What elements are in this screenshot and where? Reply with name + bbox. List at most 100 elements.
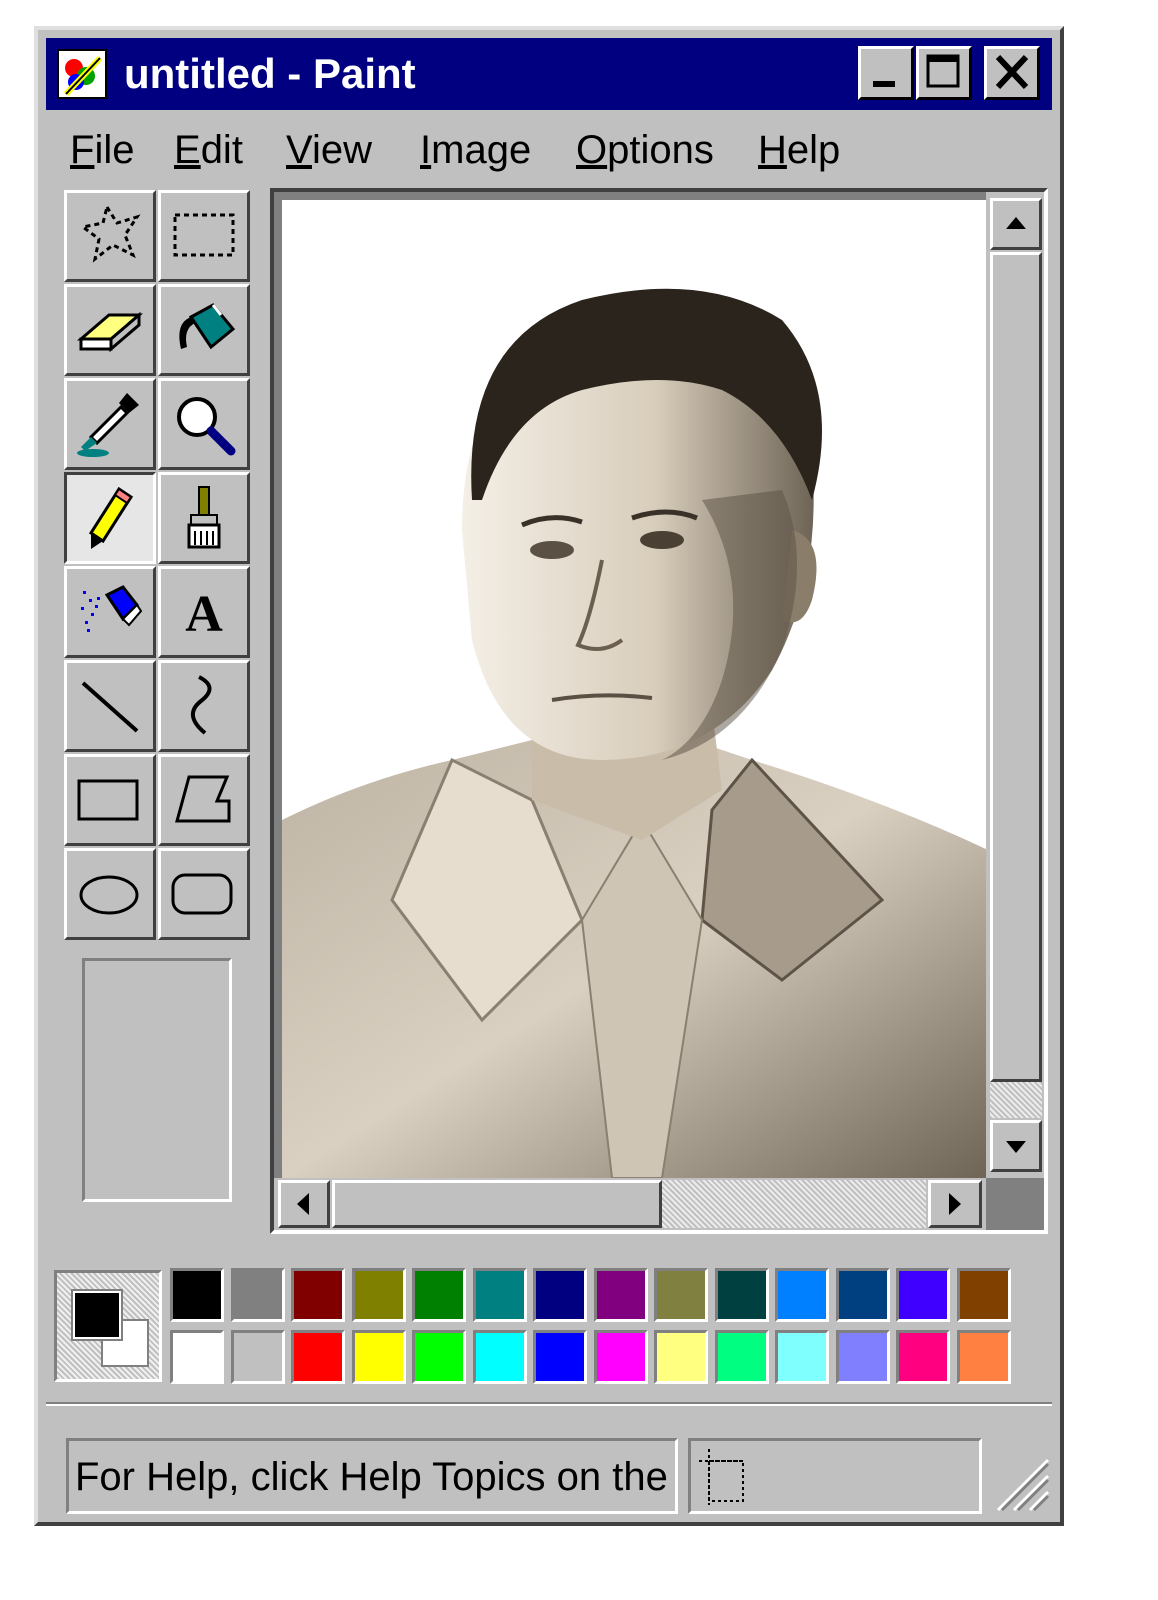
- current-colors-indicator[interactable]: [54, 1270, 162, 1382]
- palette-swatch[interactable]: [230, 1330, 285, 1384]
- tool-text[interactable]: A: [158, 566, 250, 658]
- palette-swatch[interactable]: [351, 1268, 406, 1322]
- tool-rounded-rectangle[interactable]: [158, 848, 250, 940]
- free-form-select-icon: [79, 203, 141, 263]
- palette-swatch[interactable]: [956, 1268, 1011, 1322]
- tool-rectangle-select[interactable]: [158, 190, 250, 282]
- toolbox: A: [64, 190, 250, 940]
- tool-airbrush[interactable]: [64, 566, 156, 658]
- menu-options[interactable]: Options: [576, 120, 714, 180]
- title-bar[interactable]: untitled - Paint: [46, 38, 1052, 110]
- paint-bucket-icon: [179, 303, 236, 350]
- close-icon: [995, 54, 1029, 90]
- arrow-down-icon: [1006, 1141, 1026, 1153]
- palette-swatch[interactable]: [412, 1268, 466, 1322]
- palette-swatch[interactable]: [654, 1330, 708, 1384]
- paint-window: untitled - Paint File Edit View Image Op…: [34, 26, 1064, 1526]
- tool-free-form-select[interactable]: [64, 190, 156, 282]
- eraser-icon: [76, 311, 144, 353]
- palette-swatch[interactable]: [775, 1330, 829, 1384]
- statusbar-divider: [46, 1402, 1052, 1406]
- tool-curve[interactable]: [158, 660, 250, 752]
- resize-grip-icon[interactable]: [988, 1450, 1052, 1514]
- arrow-up-icon: [1006, 217, 1026, 229]
- vertical-scroll-thumb[interactable]: [990, 252, 1042, 1082]
- palette-swatch[interactable]: [170, 1330, 224, 1384]
- arrow-left-icon: [297, 1193, 309, 1215]
- status-size-panel: [688, 1438, 982, 1514]
- polygon-icon: [175, 775, 231, 823]
- palette-swatch[interactable]: [170, 1268, 224, 1322]
- scroll-up-button[interactable]: [990, 198, 1042, 250]
- palette-swatch[interactable]: [291, 1268, 345, 1322]
- tool-brush[interactable]: [158, 472, 250, 564]
- pencil-icon: [88, 486, 134, 549]
- line-icon: [81, 681, 139, 733]
- tool-polygon[interactable]: [158, 754, 250, 846]
- palette-swatch[interactable]: [291, 1330, 345, 1384]
- tool-pick-color[interactable]: [64, 378, 156, 470]
- portrait-photo: [282, 288, 988, 1179]
- tool-eraser[interactable]: [64, 284, 156, 376]
- minimize-button[interactable]: [858, 46, 914, 100]
- scroll-left-button[interactable]: [278, 1180, 330, 1228]
- text-icon: A: [185, 586, 223, 643]
- selection-size-icon: [699, 1449, 744, 1505]
- magnifier-icon: [177, 397, 236, 456]
- menu-edit[interactable]: Edit: [174, 120, 243, 180]
- horizontal-scroll-track[interactable]: [662, 1180, 926, 1228]
- airbrush-icon: [81, 585, 143, 632]
- palette-swatch[interactable]: [593, 1330, 648, 1384]
- status-help-panel: For Help, click Help Topics on the: [66, 1438, 678, 1514]
- canvas-area: [270, 188, 1048, 1234]
- eyedropper-icon: [77, 393, 139, 457]
- menu-bar: File Edit View Image Options Help: [46, 114, 1052, 186]
- tool-pencil[interactable]: [64, 472, 156, 564]
- palette-swatch[interactable]: [956, 1330, 1011, 1384]
- palette-swatch[interactable]: [593, 1268, 648, 1322]
- maximize-icon: [926, 54, 960, 88]
- vertical-scroll-track[interactable]: [990, 1082, 1042, 1118]
- curve-icon: [191, 675, 212, 735]
- tool-ellipse[interactable]: [64, 848, 156, 940]
- menu-image[interactable]: Image: [420, 120, 531, 180]
- palette-swatch[interactable]: [714, 1268, 769, 1322]
- color-box: [46, 1258, 1052, 1388]
- tool-fill-with-color[interactable]: [158, 284, 250, 376]
- foreground-color-swatch: [71, 1289, 123, 1341]
- palette-swatch[interactable]: [412, 1330, 466, 1384]
- palette-swatch[interactable]: [654, 1268, 708, 1322]
- tool-line[interactable]: [64, 660, 156, 752]
- palette-swatch[interactable]: [230, 1268, 285, 1322]
- palette-swatch[interactable]: [835, 1330, 890, 1384]
- scroll-right-button[interactable]: [928, 1180, 982, 1228]
- palette-swatch[interactable]: [714, 1330, 769, 1384]
- palette-swatch[interactable]: [351, 1330, 406, 1384]
- menu-file[interactable]: File: [70, 120, 134, 180]
- rectangle-icon: [77, 779, 139, 821]
- palette-swatch[interactable]: [896, 1268, 950, 1322]
- tool-rectangle[interactable]: [64, 754, 156, 846]
- palette-swatch[interactable]: [533, 1330, 587, 1384]
- palette-swatch[interactable]: [533, 1268, 587, 1322]
- horizontal-scrollbar[interactable]: [274, 1178, 986, 1230]
- palette-swatch[interactable]: [835, 1268, 890, 1322]
- paint-app-icon: [57, 49, 107, 99]
- drawing-canvas[interactable]: [282, 200, 988, 1179]
- text-tool-glyph: A: [185, 586, 223, 643]
- palette-swatch[interactable]: [775, 1268, 829, 1322]
- tool-magnifier[interactable]: [158, 378, 250, 470]
- close-button[interactable]: [984, 46, 1040, 100]
- menu-help[interactable]: Help: [758, 120, 840, 180]
- tool-options-box[interactable]: [82, 958, 232, 1202]
- maximize-button[interactable]: [916, 46, 972, 100]
- vertical-scrollbar[interactable]: [986, 192, 1044, 1178]
- palette-swatch[interactable]: [472, 1330, 527, 1384]
- menu-view[interactable]: View: [286, 120, 372, 180]
- minimize-icon: [873, 81, 895, 87]
- palette-swatch[interactable]: [896, 1330, 950, 1384]
- horizontal-scroll-thumb[interactable]: [332, 1180, 662, 1228]
- scroll-down-button[interactable]: [990, 1120, 1042, 1172]
- palette-swatch[interactable]: [472, 1268, 527, 1322]
- rectangle-select-icon: [173, 213, 235, 257]
